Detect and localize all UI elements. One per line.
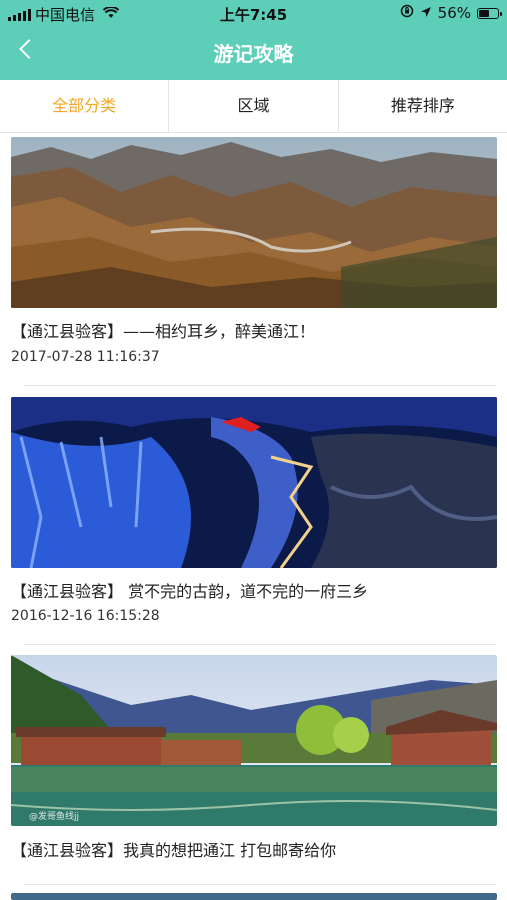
article-photo-mountains[interactable] — [11, 137, 497, 308]
location-arrow-icon — [420, 4, 432, 22]
article-title[interactable]: 【通江县验客】我真的想把通江 打包邮寄给你 — [11, 837, 336, 861]
header: 中国电信 上午7:45 56% 游记攻略 — [0, 0, 507, 80]
divider — [24, 884, 496, 885]
battery-icon — [477, 7, 502, 19]
page-title: 游记攻略 — [213, 42, 294, 66]
status-bar: 中国电信 上午7:45 56% — [0, 0, 507, 26]
divider — [24, 385, 496, 386]
article-photo-lake-village[interactable]: @发哥鱼线jj — [11, 655, 497, 826]
tab-recommended-sort[interactable]: 推荐排序 — [339, 80, 507, 132]
article-title[interactable]: 【通江县验客】——相约耳乡，醉美通江！ — [11, 318, 315, 342]
tab-all-categories[interactable]: 全部分类 — [0, 80, 170, 132]
article-photo-partial[interactable] — [11, 893, 497, 900]
article-date: 2017-07-28 11:16:37 — [11, 349, 160, 365]
article-title[interactable]: 【通江县验客】 赏不完的古韵，道不完的一府三乡 — [11, 578, 368, 602]
battery-percent: 56% — [437, 4, 471, 22]
article-photo-cave[interactable] — [11, 397, 497, 568]
svg-text:@发哥鱼线jj: @发哥鱼线jj — [29, 810, 79, 822]
tab-region[interactable]: 区域 — [169, 80, 339, 132]
divider — [24, 644, 496, 645]
article-date: 2016-12-16 16:15:28 — [11, 608, 160, 624]
rotation-lock-icon — [400, 4, 414, 22]
filter-tabs: 全部分类 区域 推荐排序 — [0, 80, 507, 133]
